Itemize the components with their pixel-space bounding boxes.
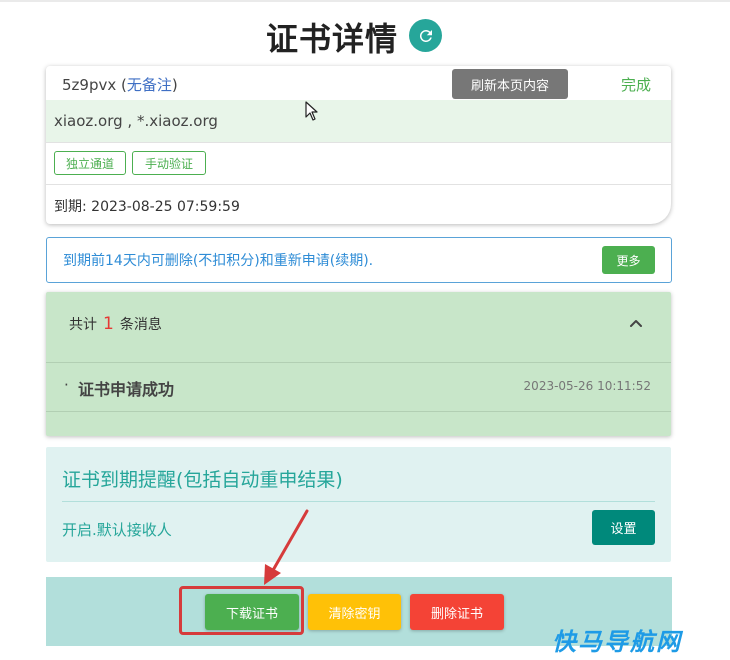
title-row: 证书详情 [0, 12, 730, 58]
message-item: · 证书申请成功 2023-05-26 10:11:52 [46, 363, 671, 412]
reminder-divider [62, 501, 655, 502]
refresh-icon-glyph [419, 29, 432, 42]
cert-header-row: 5z9pvx (无备注) 刷新本页内容 完成 [46, 66, 671, 101]
note-open-paren: ( [116, 76, 127, 94]
expiry-row: 到期: 2023-08-25 07:59:59 [46, 184, 671, 224]
domains-row: xiaoz.org , *.xiaoz.org [46, 100, 671, 143]
cert-id-line: 5z9pvx (无备注) [62, 74, 178, 95]
renew-notice-text: 到期前14天内可删除(不扣积分)和重新申请(续期). [63, 253, 374, 269]
tag-dedicated-channel[interactable]: 独立通道 [54, 151, 126, 175]
cert-card: 5z9pvx (无备注) 刷新本页内容 完成 xiaoz.org , *.xia… [46, 66, 671, 224]
domains-text: xiaoz.org , *.xiaoz.org [54, 112, 218, 130]
cert-id: 5z9pvx [62, 76, 117, 94]
watermark-text: 快马导航网 [552, 628, 682, 656]
more-button[interactable]: 更多 [602, 246, 655, 274]
cert-note-link[interactable]: 无备注 [127, 76, 172, 94]
annotation-highlight-box [179, 586, 304, 635]
message-bullet: · [64, 376, 69, 394]
expiry-reminder-panel: 证书到期提醒(包括自动重申结果) 开启.默认接收人 设置 [46, 447, 671, 562]
messages-header[interactable]: 共计 1 条消息 [46, 292, 671, 363]
reminder-title: 证书到期提醒(包括自动重申结果) [62, 469, 343, 491]
top-divider [0, 0, 730, 2]
messages-panel: 共计 1 条消息 · 证书申请成功 2023-05-26 10:11:52 [46, 292, 671, 436]
count-prefix: 共计 [69, 317, 97, 333]
renew-notice: 到期前14天内可删除(不扣积分)和重新申请(续期). 更多 [46, 237, 672, 283]
clear-key-button[interactable]: 清除密钥 [308, 594, 401, 630]
message-text: 证书申请成功 [78, 380, 175, 399]
reminder-status: 开启.默认接收人 [62, 521, 172, 539]
count-suffix: 条消息 [119, 317, 162, 333]
refresh-page-button[interactable]: 刷新本页内容 [452, 69, 568, 99]
chevron-up-icon[interactable] [624, 312, 648, 336]
settings-button[interactable]: 设置 [592, 510, 655, 545]
note-close-paren: ) [171, 76, 178, 94]
status-badge: 完成 [620, 76, 651, 94]
tag-manual-verify[interactable]: 手动验证 [132, 151, 206, 175]
page-title: 证书详情 [266, 20, 399, 58]
refresh-icon[interactable] [409, 19, 442, 52]
count-number: 1 [103, 314, 114, 334]
tags-row: 独立通道 手动验证 [46, 142, 671, 185]
message-time: 2023-05-26 10:11:52 [523, 379, 651, 393]
message-count: 共计 1 条消息 [69, 314, 162, 334]
delete-cert-button[interactable]: 删除证书 [410, 594, 504, 630]
expiry-text: 到期: 2023-08-25 07:59:59 [54, 199, 240, 215]
